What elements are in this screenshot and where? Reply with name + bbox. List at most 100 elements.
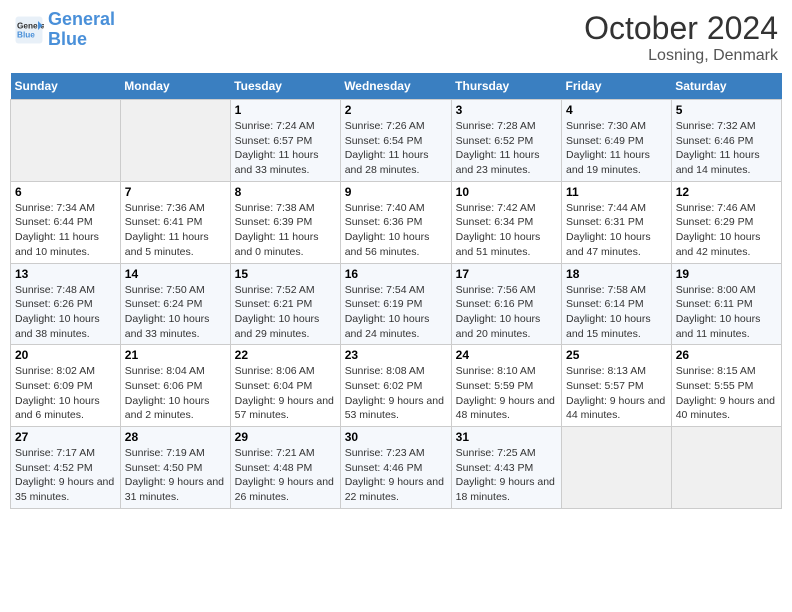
day-info: Sunrise: 7:23 AMSunset: 4:46 PMDaylight:… bbox=[345, 446, 447, 505]
day-info: Sunrise: 7:34 AMSunset: 6:44 PMDaylight:… bbox=[15, 201, 116, 260]
calendar-cell bbox=[671, 427, 781, 509]
day-number: 22 bbox=[235, 348, 336, 362]
day-info: Sunrise: 7:42 AMSunset: 6:34 PMDaylight:… bbox=[456, 201, 557, 260]
day-number: 9 bbox=[345, 185, 447, 199]
day-info: Sunrise: 7:52 AMSunset: 6:21 PMDaylight:… bbox=[235, 283, 336, 342]
logo-icon: General Blue bbox=[14, 15, 44, 45]
calendar-cell: 6 Sunrise: 7:34 AMSunset: 6:44 PMDaylight… bbox=[11, 181, 121, 263]
day-number: 11 bbox=[566, 185, 667, 199]
day-info: Sunrise: 8:10 AMSunset: 5:59 PMDaylight:… bbox=[456, 364, 557, 423]
day-info: Sunrise: 7:40 AMSunset: 6:36 PMDaylight:… bbox=[345, 201, 447, 260]
day-info: Sunrise: 8:15 AMSunset: 5:55 PMDaylight:… bbox=[676, 364, 777, 423]
calendar-week-row: 1Sunrise: 7:24 AMSunset: 6:57 PMDaylight… bbox=[11, 100, 782, 182]
day-info: Sunrise: 7:44 AMSunset: 6:31 PMDaylight:… bbox=[566, 201, 667, 260]
calendar-week-row: 20 Sunrise: 8:02 AMSunset: 6:09 PMDayligh… bbox=[11, 345, 782, 427]
calendar-cell: 22 Sunrise: 8:06 AMSunset: 6:04 PMDayligh… bbox=[230, 345, 340, 427]
day-number: 8 bbox=[235, 185, 336, 199]
day-number: 10 bbox=[456, 185, 557, 199]
day-info: Sunrise: 7:25 AMSunset: 4:43 PMDaylight:… bbox=[456, 446, 557, 505]
day-info: Sunrise: 7:30 AMSunset: 6:49 PMDaylight:… bbox=[566, 119, 667, 178]
day-info: Sunrise: 7:28 AMSunset: 6:52 PMDaylight:… bbox=[456, 119, 557, 178]
calendar-cell: 21Sunrise: 8:04 AMSunset: 6:06 PMDayligh… bbox=[120, 345, 230, 427]
day-info: Sunrise: 8:00 AMSunset: 6:11 PMDaylight:… bbox=[676, 283, 777, 342]
day-info: Sunrise: 7:46 AMSunset: 6:29 PMDaylight:… bbox=[676, 201, 777, 260]
page-header: General Blue GeneralBlue October 2024 Lo… bbox=[10, 10, 782, 65]
day-number: 14 bbox=[125, 267, 226, 281]
calendar-cell: 18 Sunrise: 7:58 AMSunset: 6:14 PMDayligh… bbox=[562, 263, 672, 345]
day-info: Sunrise: 8:06 AMSunset: 6:04 PMDaylight:… bbox=[235, 364, 336, 423]
calendar-week-row: 6 Sunrise: 7:34 AMSunset: 6:44 PMDaylight… bbox=[11, 181, 782, 263]
calendar-cell: 29Sunrise: 7:21 AMSunset: 4:48 PMDayligh… bbox=[230, 427, 340, 509]
calendar-cell: 2 Sunrise: 7:26 AMSunset: 6:54 PMDaylight… bbox=[340, 100, 451, 182]
logo: General Blue GeneralBlue bbox=[14, 10, 115, 50]
logo-text: GeneralBlue bbox=[48, 10, 115, 50]
calendar-cell: 12 Sunrise: 7:46 AMSunset: 6:29 PMDayligh… bbox=[671, 181, 781, 263]
day-number: 27 bbox=[15, 430, 116, 444]
calendar-cell: 8 Sunrise: 7:38 AMSunset: 6:39 PMDaylight… bbox=[230, 181, 340, 263]
day-number: 24 bbox=[456, 348, 557, 362]
day-info: Sunrise: 8:02 AMSunset: 6:09 PMDaylight:… bbox=[15, 364, 116, 423]
calendar-cell: 3 Sunrise: 7:28 AMSunset: 6:52 PMDaylight… bbox=[451, 100, 561, 182]
day-info: Sunrise: 7:19 AMSunset: 4:50 PMDaylight:… bbox=[125, 446, 226, 505]
day-info: Sunrise: 7:50 AMSunset: 6:24 PMDaylight:… bbox=[125, 283, 226, 342]
day-number: 26 bbox=[676, 348, 777, 362]
calendar-week-row: 27 Sunrise: 7:17 AMSunset: 4:52 PMDayligh… bbox=[11, 427, 782, 509]
month-title: October 2024 bbox=[584, 10, 778, 47]
day-info: Sunrise: 7:24 AMSunset: 6:57 PMDaylight:… bbox=[235, 119, 336, 178]
calendar-table: SundayMondayTuesdayWednesdayThursdayFrid… bbox=[10, 73, 782, 509]
calendar-cell: 20 Sunrise: 8:02 AMSunset: 6:09 PMDayligh… bbox=[11, 345, 121, 427]
calendar-cell: 11 Sunrise: 7:44 AMSunset: 6:31 PMDayligh… bbox=[562, 181, 672, 263]
calendar-cell: 17 Sunrise: 7:56 AMSunset: 6:16 PMDayligh… bbox=[451, 263, 561, 345]
day-number: 12 bbox=[676, 185, 777, 199]
day-number: 30 bbox=[345, 430, 447, 444]
day-number: 15 bbox=[235, 267, 336, 281]
calendar-cell: 9 Sunrise: 7:40 AMSunset: 6:36 PMDaylight… bbox=[340, 181, 451, 263]
day-number: 18 bbox=[566, 267, 667, 281]
day-number: 25 bbox=[566, 348, 667, 362]
day-info: Sunrise: 7:26 AMSunset: 6:54 PMDaylight:… bbox=[345, 119, 447, 178]
day-info: Sunrise: 7:17 AMSunset: 4:52 PMDaylight:… bbox=[15, 446, 116, 505]
calendar-cell: 14 Sunrise: 7:50 AMSunset: 6:24 PMDayligh… bbox=[120, 263, 230, 345]
header-day: Wednesday bbox=[340, 73, 451, 100]
calendar-cell: 19 Sunrise: 8:00 AMSunset: 6:11 PMDayligh… bbox=[671, 263, 781, 345]
day-number: 6 bbox=[15, 185, 116, 199]
calendar-cell: 1Sunrise: 7:24 AMSunset: 6:57 PMDaylight… bbox=[230, 100, 340, 182]
day-info: Sunrise: 8:13 AMSunset: 5:57 PMDaylight:… bbox=[566, 364, 667, 423]
day-number: 4 bbox=[566, 103, 667, 117]
day-number: 19 bbox=[676, 267, 777, 281]
day-number: 7 bbox=[125, 185, 226, 199]
day-info: Sunrise: 7:32 AMSunset: 6:46 PMDaylight:… bbox=[676, 119, 777, 178]
calendar-week-row: 13Sunrise: 7:48 AMSunset: 6:26 PMDayligh… bbox=[11, 263, 782, 345]
day-info: Sunrise: 8:08 AMSunset: 6:02 PMDaylight:… bbox=[345, 364, 447, 423]
header-row: SundayMondayTuesdayWednesdayThursdayFrid… bbox=[11, 73, 782, 100]
header-day: Monday bbox=[120, 73, 230, 100]
calendar-cell: 30 Sunrise: 7:23 AMSunset: 4:46 PMDayligh… bbox=[340, 427, 451, 509]
day-info: Sunrise: 7:36 AMSunset: 6:41 PMDaylight:… bbox=[125, 201, 226, 260]
day-info: Sunrise: 7:38 AMSunset: 6:39 PMDaylight:… bbox=[235, 201, 336, 260]
day-number: 2 bbox=[345, 103, 447, 117]
day-info: Sunrise: 7:21 AMSunset: 4:48 PMDaylight:… bbox=[235, 446, 336, 505]
location: Losning, Denmark bbox=[584, 47, 778, 65]
calendar-cell: 25 Sunrise: 8:13 AMSunset: 5:57 PMDayligh… bbox=[562, 345, 672, 427]
calendar-cell: 28Sunrise: 7:19 AMSunset: 4:50 PMDayligh… bbox=[120, 427, 230, 509]
calendar-cell bbox=[120, 100, 230, 182]
calendar-cell: 13Sunrise: 7:48 AMSunset: 6:26 PMDayligh… bbox=[11, 263, 121, 345]
calendar-cell bbox=[562, 427, 672, 509]
day-info: Sunrise: 7:58 AMSunset: 6:14 PMDaylight:… bbox=[566, 283, 667, 342]
day-number: 23 bbox=[345, 348, 447, 362]
day-number: 3 bbox=[456, 103, 557, 117]
calendar-cell: 16Sunrise: 7:54 AMSunset: 6:19 PMDayligh… bbox=[340, 263, 451, 345]
day-info: Sunrise: 8:04 AMSunset: 6:06 PMDaylight:… bbox=[125, 364, 226, 423]
calendar-cell bbox=[11, 100, 121, 182]
title-area: October 2024 Losning, Denmark bbox=[584, 10, 778, 65]
calendar-cell: 15 Sunrise: 7:52 AMSunset: 6:21 PMDayligh… bbox=[230, 263, 340, 345]
header-day: Friday bbox=[562, 73, 672, 100]
svg-text:Blue: Blue bbox=[17, 30, 35, 39]
day-number: 20 bbox=[15, 348, 116, 362]
calendar-cell: 23 Sunrise: 8:08 AMSunset: 6:02 PMDayligh… bbox=[340, 345, 451, 427]
day-info: Sunrise: 7:56 AMSunset: 6:16 PMDaylight:… bbox=[456, 283, 557, 342]
calendar-cell: 24 Sunrise: 8:10 AMSunset: 5:59 PMDayligh… bbox=[451, 345, 561, 427]
day-number: 31 bbox=[456, 430, 557, 444]
day-number: 17 bbox=[456, 267, 557, 281]
header-day: Tuesday bbox=[230, 73, 340, 100]
